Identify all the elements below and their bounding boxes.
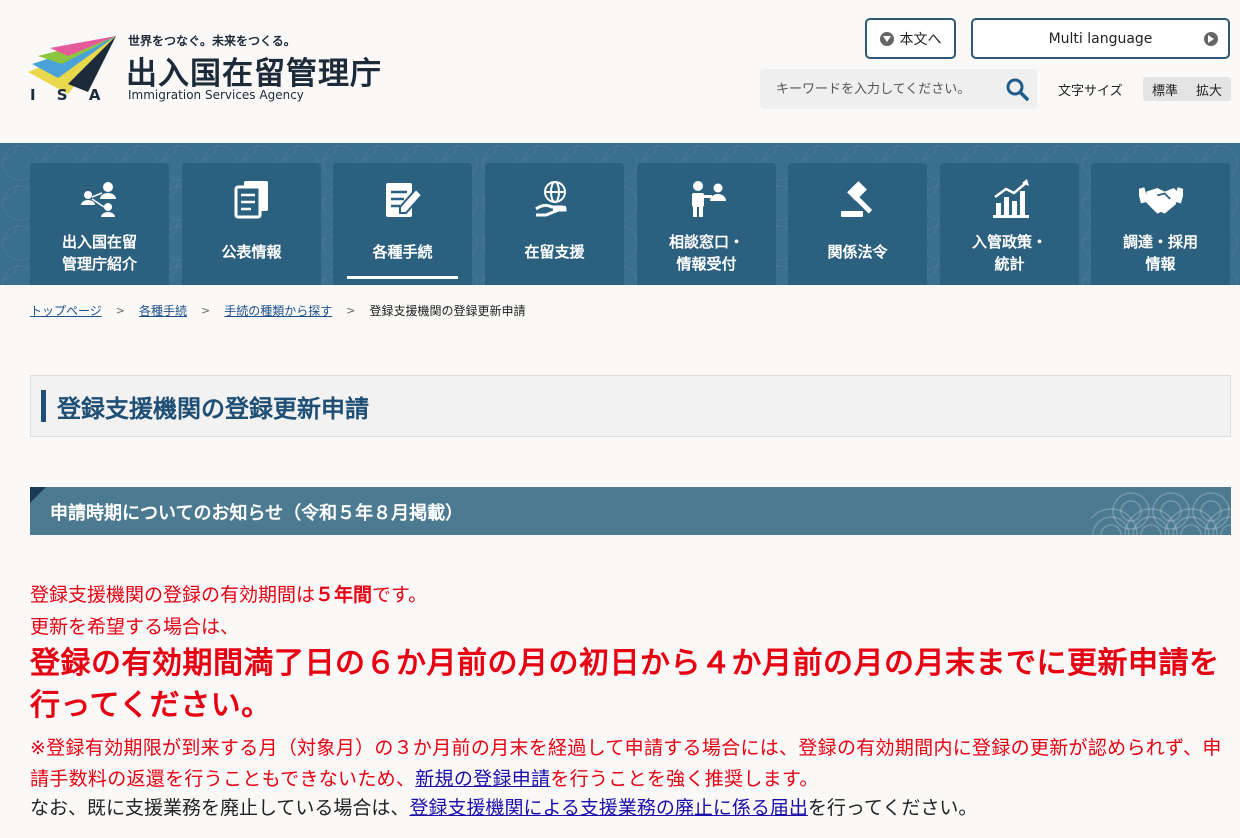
abolition-text-post: を行ってください。 [807, 797, 978, 819]
section-heading-text: 申請時期についてのお知らせ（令和５年８月掲載） [50, 503, 464, 524]
breadcrumb-link-procedure-types[interactable]: 手続の種類から探す [224, 302, 332, 319]
nav-label: 関係法令 [827, 243, 888, 261]
logo-abbr: I S A [30, 86, 109, 104]
handshake-icon [1138, 177, 1183, 221]
multi-language-label: Multi language [1048, 30, 1153, 47]
nav-item-procurement-recruitment[interactable]: 調達・採用 情報 [1091, 163, 1230, 285]
chevron-down-icon [879, 31, 894, 46]
breadcrumb-link-top[interactable]: トップページ [30, 302, 102, 319]
note-text-post: を行うことを強く推奨します。 [550, 768, 819, 790]
section-heading: 申請時期についてのお知らせ（令和５年８月掲載） [30, 487, 1231, 535]
nav-item-publications[interactable]: 公表情報 [182, 163, 321, 285]
chevron-right-icon [1204, 32, 1218, 46]
page-title: 登録支援機関の登録更新申請 [57, 394, 369, 423]
font-size-label: 文字サイズ [1058, 84, 1123, 99]
people-network-icon [78, 177, 122, 221]
wave-pattern-icon [1091, 492, 1231, 535]
title-accent-bar [41, 390, 46, 422]
agency-logo[interactable]: I S A 世界をつなぐ。未来をつくる。 出入国在留管理庁 Immigratio… [28, 30, 388, 110]
logo-tagline: 世界をつなぐ。未来をつくる。 [128, 34, 296, 48]
nav-item-policy-statistics[interactable]: 入管政策・ 統計 [940, 163, 1079, 285]
skip-to-content-button[interactable]: 本文へ [865, 18, 956, 59]
nav-label: 調達・採用 情報 [1122, 233, 1198, 273]
abolition-notice: なお、既に支援業務を廃止している場合は、登録支援機関による支援業務の廃止に係る届… [30, 793, 1230, 820]
logo-mark-icon [28, 36, 116, 94]
nav-item-consultation[interactable]: 相談窓口・ 情報受付 [637, 163, 776, 285]
validity-text-post: です。 [372, 584, 428, 606]
chevron-right-icon: > [115, 304, 125, 317]
global-nav: 出入国在留 管理庁紹介 公表情報 各種手続 在留支援 相談窓口・ 情報受付 関係… [0, 143, 1240, 285]
nav-label: 相談窓口・ 情報受付 [668, 233, 744, 273]
font-size-large-button[interactable]: 拡大 [1192, 80, 1226, 99]
page-title-container: 登録支援機関の登録更新申請 [30, 375, 1231, 437]
documents-icon [230, 177, 274, 221]
corner-decoration [30, 487, 46, 503]
search-input[interactable] [760, 69, 995, 109]
renewal-deadline-notice: 登録の有効期間満了日の６か月前の月の初日から４か月前の月の月末までに更新申請を行… [30, 646, 1220, 723]
font-size-toggle: 標準 拡大 [1143, 77, 1231, 101]
bar-chart-icon [988, 177, 1032, 221]
chevron-right-icon: > [201, 304, 211, 317]
search-icon[interactable] [1005, 77, 1029, 101]
validity-period-text: 登録支援機関の登録の有効期間は５年間です。 [30, 580, 1230, 607]
nav-item-about[interactable]: 出入国在留 管理庁紹介 [30, 163, 169, 285]
site-search [760, 69, 1037, 109]
nav-label: 出入国在留 管理庁紹介 [61, 233, 137, 273]
late-application-note: ※登録有効期限が到来する月（対象月）の３か月前の月末を経過して申請する場合には、… [30, 733, 1230, 795]
multi-language-button[interactable]: Multi language [971, 18, 1230, 59]
agency-name-ja: 出入国在留管理庁 [126, 56, 382, 92]
nav-label: 入管政策・ 統計 [971, 233, 1047, 273]
abolition-notification-link[interactable]: 登録支援機関による支援業務の廃止に係る届出 [409, 797, 807, 819]
nav-item-laws[interactable]: 関係法令 [788, 163, 927, 285]
site-header: I S A 世界をつなぐ。未来をつくる。 出入国在留管理庁 Immigratio… [0, 0, 1240, 143]
renewal-intro-text: 更新を希望する場合は、 [30, 616, 240, 638]
validity-period-value: ５年間 [315, 584, 373, 606]
validity-text-pre: 登録支援機関の登録の有効期間は [30, 584, 316, 606]
nav-label: 各種手続 [372, 243, 433, 261]
nav-item-procedures[interactable]: 各種手続 [333, 163, 472, 285]
nav-label: 公表情報 [221, 243, 282, 261]
agency-name-en: Immigration Services Agency [128, 88, 304, 102]
breadcrumb: トップページ > 各種手続 > 手続の種類から探す > 登録支援機関の登録更新申… [30, 302, 525, 319]
nav-label: 在留支援 [524, 243, 585, 261]
breadcrumb-current: 登録支援機関の登録更新申請 [369, 304, 526, 318]
breadcrumb-link-procedures[interactable]: 各種手続 [139, 302, 187, 319]
nav-item-residence-support[interactable]: 在留支援 [485, 163, 624, 285]
abolition-text-pre: なお、既に支援業務を廃止している場合は、 [30, 797, 410, 819]
chevron-right-icon: > [346, 304, 356, 317]
new-registration-link[interactable]: 新規の登録申請 [415, 768, 550, 790]
skip-to-content-label: 本文へ [899, 31, 942, 48]
consultation-icon [685, 177, 729, 221]
globe-hand-icon [533, 177, 577, 221]
form-pen-icon [381, 177, 425, 221]
font-size-standard-button[interactable]: 標準 [1148, 80, 1182, 99]
gavel-icon [836, 177, 880, 221]
